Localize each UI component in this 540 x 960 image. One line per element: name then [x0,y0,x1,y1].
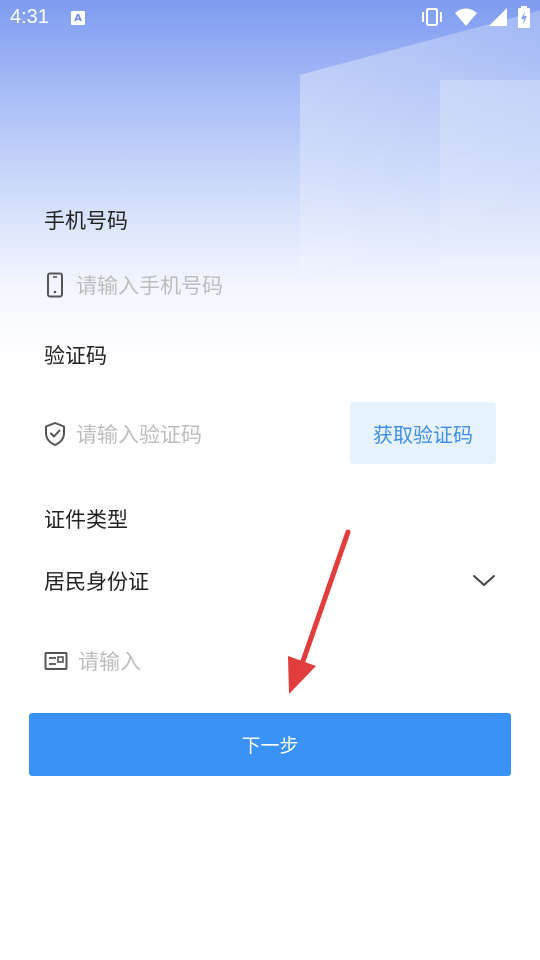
vibrate-icon [422,8,442,26]
battery-icon [518,6,530,28]
background-shape [440,80,540,320]
next-button[interactable]: 下一步 [29,713,511,776]
id-type-select[interactable]: 居民身份证 [44,566,149,596]
page-background [0,0,540,960]
id-type-label: 证件类型 [44,508,128,532]
status-icons [420,6,530,28]
phone-input[interactable]: 请输入手机号码 [44,270,223,300]
phone-icon [47,272,63,298]
signal-icon [489,8,507,26]
chevron-down-icon[interactable] [472,572,496,588]
notification-a-icon: A [71,11,85,25]
id-card-icon [44,652,68,670]
phone-placeholder: 请输入手机号码 [76,274,223,298]
code-input[interactable]: 请输入验证码 [44,419,202,449]
shield-check-icon [45,422,65,446]
get-code-button[interactable]: 获取验证码 [350,402,496,464]
wifi-icon [455,8,477,26]
id-number-placeholder: 请输入 [78,650,141,674]
status-time: 4:31 [10,6,49,28]
code-placeholder: 请输入验证码 [76,423,202,447]
status-bar: 4:31 A [0,0,540,36]
id-number-input[interactable]: 请输入 [44,646,141,676]
phone-label: 手机号码 [44,209,128,233]
code-label: 验证码 [44,344,107,368]
